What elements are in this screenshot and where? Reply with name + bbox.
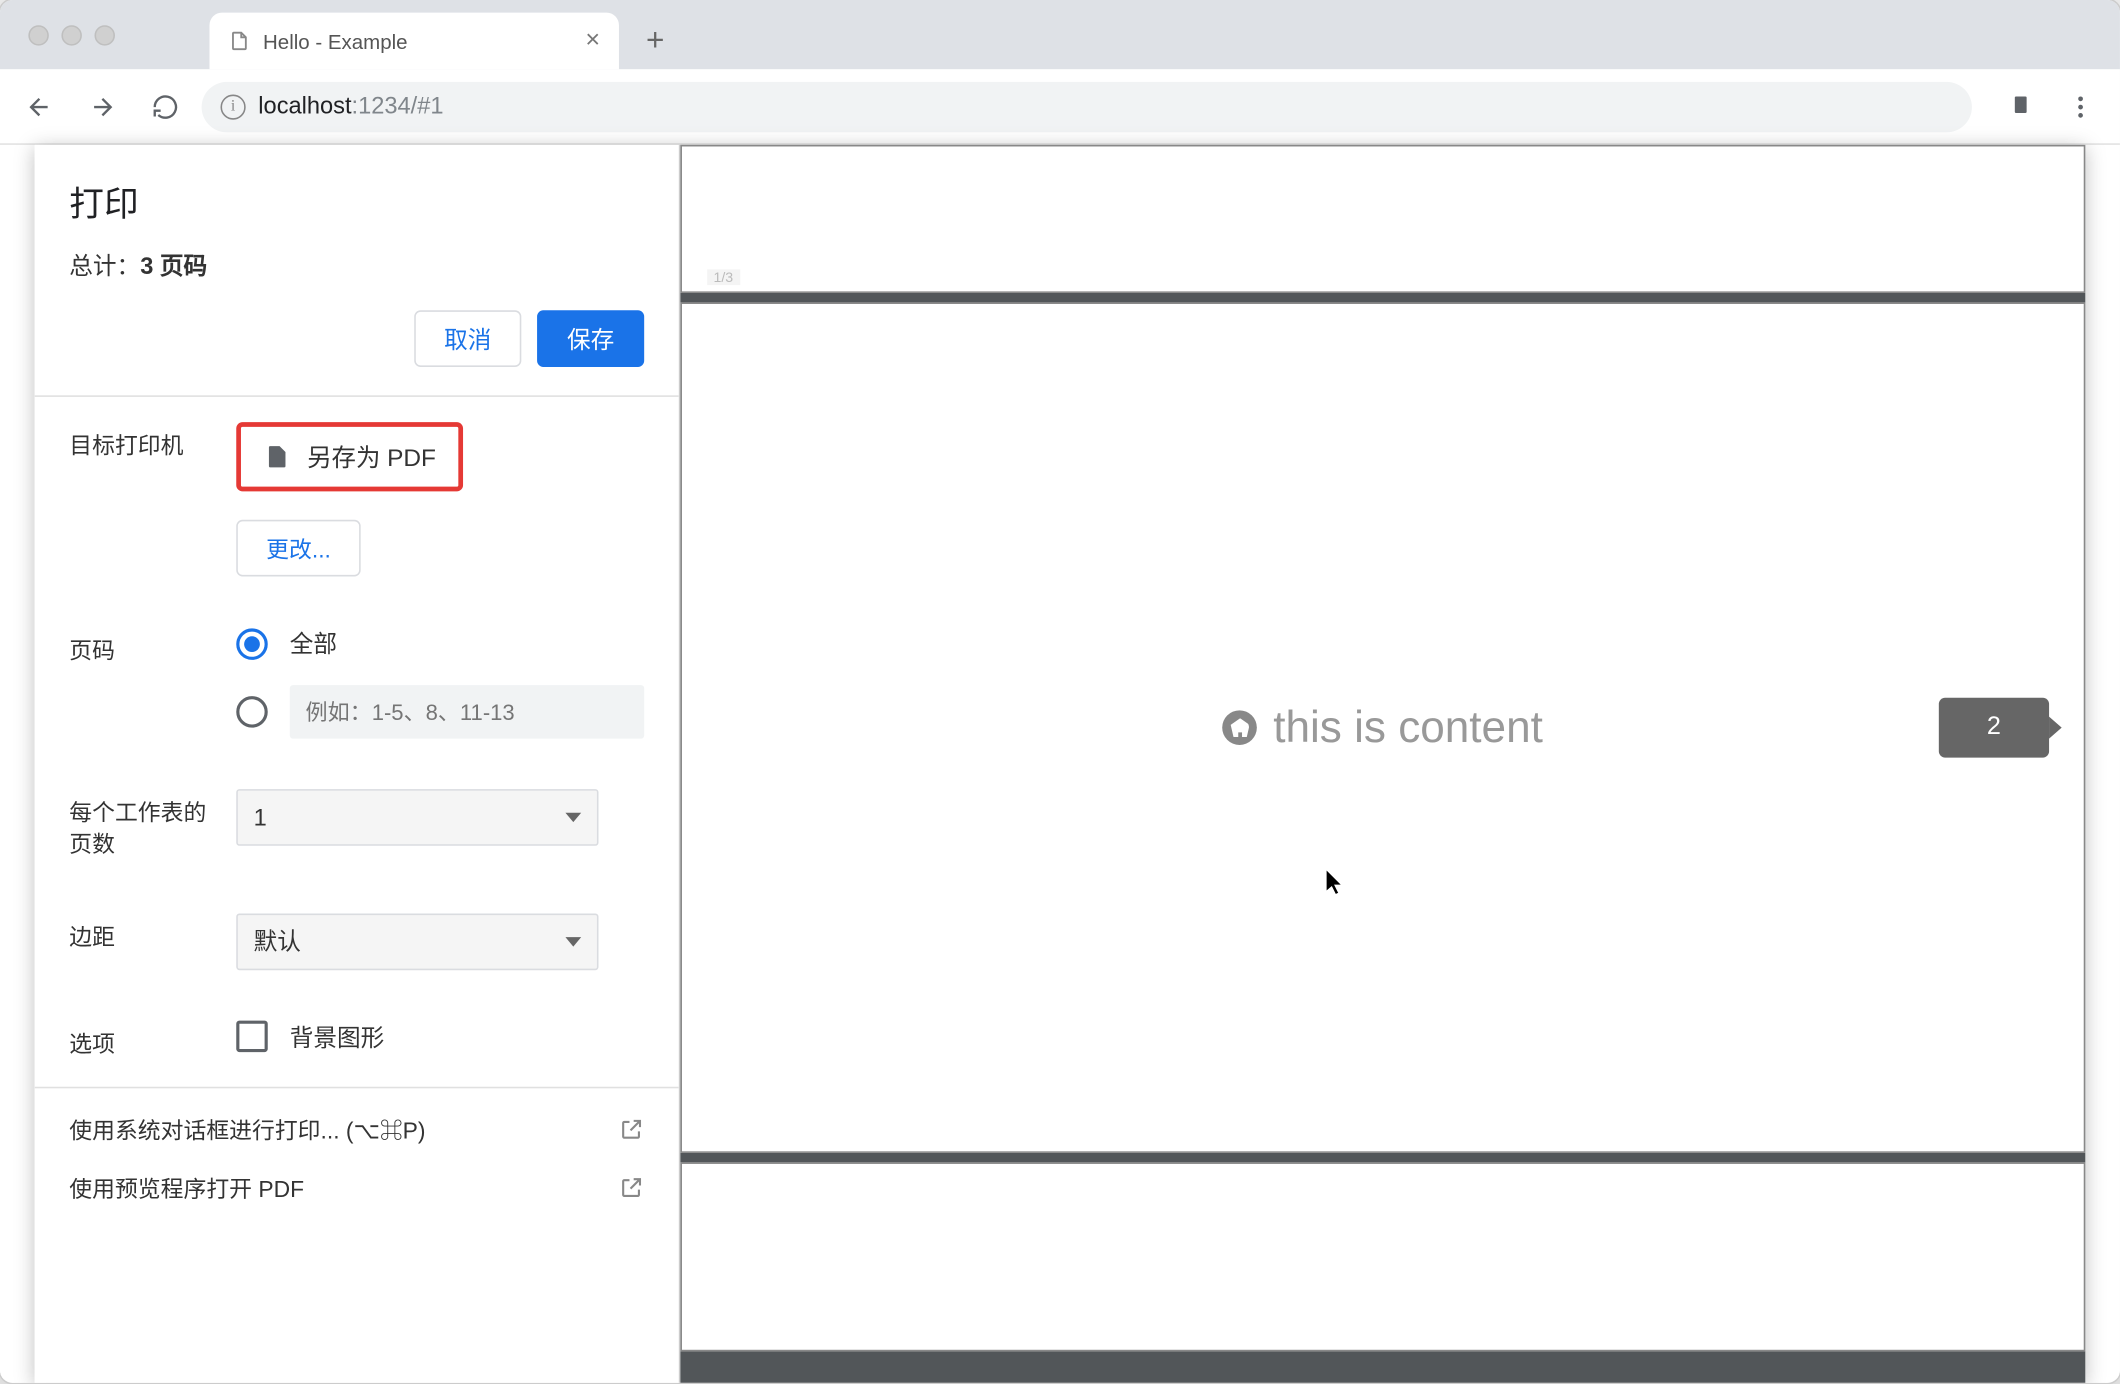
settings-body: 目标打印机 另存为 PDF 更改... 页码: [35, 397, 679, 1383]
change-destination-button[interactable]: 更改...: [236, 520, 361, 577]
total-value: 3 页码: [140, 254, 207, 281]
site-info-icon[interactable]: i: [221, 94, 246, 119]
content-area: 打印 总计：3 页码 取消 保存 目标打印机: [0, 145, 2120, 1383]
window-maximize-button[interactable]: [95, 24, 115, 44]
pages-per-sheet-label: 每个工作表的页数: [69, 789, 208, 862]
destination-value: 另存为 PDF: [307, 439, 436, 474]
reload-icon: [151, 92, 179, 120]
cursor-icon: [1325, 868, 1347, 900]
arrow-right-icon: [88, 92, 116, 120]
pages-per-sheet-row: 每个工作表的页数 1: [35, 764, 679, 888]
preview-page-1: 1/3: [680, 145, 2085, 293]
print-total: 总计：3 页码: [69, 249, 644, 282]
dots-vertical-icon: [2066, 92, 2094, 120]
close-tab-icon[interactable]: ×: [585, 27, 600, 55]
pages-row: 页码 全部: [35, 602, 679, 764]
pages-range-input[interactable]: [290, 685, 644, 739]
page-counter-small: 1/3: [707, 269, 739, 285]
cancel-button[interactable]: 取消: [414, 310, 521, 367]
destination-row: 目标打印机 另存为 PDF 更改...: [35, 397, 679, 602]
external-link-icon: [619, 1176, 644, 1201]
window-close-button[interactable]: [28, 24, 48, 44]
save-button[interactable]: 保存: [537, 310, 644, 367]
menu-button[interactable]: [2054, 80, 2108, 134]
address-host: localhost: [258, 93, 351, 120]
destination-label: 目标打印机: [69, 422, 208, 463]
options-row: 选项 背景图形: [35, 995, 679, 1087]
file-icon: [263, 443, 291, 471]
preview-page-2: this is content 2: [680, 302, 2085, 1153]
address-bar[interactable]: i localhost:1234/#1: [202, 81, 1972, 131]
window-minimize-button[interactable]: [61, 24, 81, 44]
tab-title: Hello - Example: [263, 29, 408, 53]
pages-all-label: 全部: [290, 627, 337, 660]
page-number-badge: 2: [1939, 698, 2049, 758]
person-badge-icon: [2007, 92, 2035, 120]
github-icon: [1223, 710, 1258, 745]
pages-per-sheet-value: 1: [254, 804, 267, 831]
traffic-lights: [28, 24, 115, 44]
margins-select[interactable]: 默认: [236, 913, 598, 970]
margins-row: 边距 默认: [35, 888, 679, 995]
preview-page-3: [680, 1162, 2085, 1351]
arrow-left-icon: [25, 92, 53, 120]
incognito-button[interactable]: [1994, 80, 2048, 134]
destination-value-box: 另存为 PDF: [236, 422, 463, 491]
page-icon: [228, 30, 250, 52]
open-in-preview-link[interactable]: 使用预览程序打开 PDF: [35, 1172, 679, 1230]
total-prefix: 总计：: [69, 254, 140, 281]
pages-label: 页码: [69, 627, 208, 668]
sidebar-header: 打印 总计：3 页码 取消 保存: [35, 145, 679, 397]
address-rest: :1234/#1: [352, 93, 444, 120]
toolbar: i localhost:1234/#1: [0, 69, 2120, 145]
chevron-down-icon: [565, 936, 581, 945]
background-graphics-checkbox[interactable]: [236, 1021, 268, 1053]
chevron-down-icon: [565, 813, 581, 822]
background-graphics-label: 背景图形: [290, 1020, 385, 1053]
browser-tab[interactable]: Hello - Example ×: [209, 13, 619, 70]
pages-per-sheet-select[interactable]: 1: [236, 789, 598, 846]
reload-button[interactable]: [139, 80, 193, 134]
preview-pane[interactable]: 1/3 this is content 2: [680, 145, 2085, 1383]
new-tab-button[interactable]: +: [632, 13, 679, 70]
browser-window: Hello - Example × + i localhost:1234/#1: [0, 0, 2120, 1383]
external-link-icon: [619, 1117, 644, 1142]
back-button[interactable]: [13, 80, 67, 134]
system-dialog-label: 使用系统对话框进行打印... (⌥⌘P): [69, 1113, 425, 1146]
options-label: 选项: [69, 1020, 208, 1061]
margins-value: 默认: [254, 925, 301, 958]
content-text: this is content: [1273, 702, 1543, 752]
titlebar: Hello - Example × +: [0, 0, 2120, 69]
print-title: 打印: [69, 176, 644, 226]
margins-label: 边距: [69, 913, 208, 954]
system-dialog-link[interactable]: 使用系统对话框进行打印... (⌥⌘P): [35, 1087, 679, 1172]
pages-range-radio[interactable]: [236, 696, 268, 728]
print-sidebar: 打印 总计：3 页码 取消 保存 目标打印机: [35, 145, 681, 1383]
forward-button[interactable]: [76, 80, 130, 134]
print-dialog: 打印 总计：3 页码 取消 保存 目标打印机: [35, 145, 2086, 1383]
pages-all-radio[interactable]: [236, 628, 268, 660]
content-line: this is content: [1223, 702, 1543, 752]
open-preview-label: 使用预览程序打开 PDF: [69, 1172, 304, 1205]
